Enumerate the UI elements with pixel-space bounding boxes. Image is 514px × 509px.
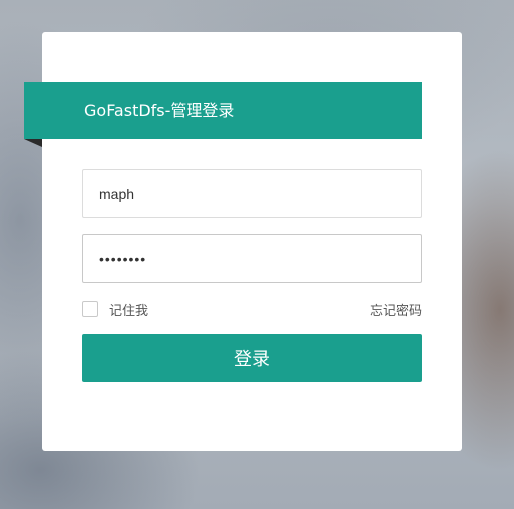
remember-me-checkbox[interactable]	[82, 301, 98, 317]
username-input[interactable]	[82, 169, 422, 218]
login-title-banner: GoFastDfs-管理登录	[24, 82, 422, 139]
login-button[interactable]: 登录	[82, 334, 422, 382]
banner-fold-decoration	[24, 139, 42, 147]
login-title: GoFastDfs-管理登录	[84, 101, 235, 120]
remember-me-label: 记住我	[109, 303, 149, 319]
forgot-password-link[interactable]: 忘记密码	[370, 300, 422, 319]
password-input[interactable]	[82, 234, 422, 283]
remember-me-toggle[interactable]: 记住我	[82, 299, 148, 319]
